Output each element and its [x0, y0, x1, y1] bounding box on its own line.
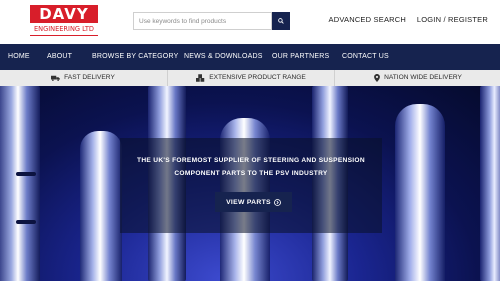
map-pin-icon — [374, 74, 381, 82]
view-parts-label: VIEW PARTS — [226, 198, 271, 206]
steel-rod — [16, 220, 36, 224]
nav-item-our-partners[interactable]: OUR PARTNERS — [272, 44, 329, 70]
nav-item-news-downloads[interactable]: NEWS & DOWNLOADS — [184, 44, 263, 70]
steel-rod — [80, 131, 122, 281]
truck-icon — [51, 75, 61, 81]
nav-item-home[interactable]: HOME — [8, 44, 30, 70]
feature-label: NATION WIDE DELIVERY — [384, 74, 462, 81]
cubes-icon — [196, 74, 205, 82]
main-nav: HOME ABOUT BROWSE BY CATEGORY NEWS & DOW… — [0, 44, 500, 70]
steel-rod — [0, 86, 40, 281]
steel-rod — [395, 104, 445, 281]
feature-label: FAST DELIVERY — [64, 74, 115, 81]
feature-bar: FAST DELIVERY EXTENSIVE PRODUCT RANGE NA… — [0, 70, 500, 87]
login-register-link[interactable]: LOGIN / REGISTER — [417, 15, 488, 24]
arrow-circle-icon — [273, 198, 281, 206]
nav-item-browse-by-category[interactable]: BROWSE BY CATEGORY — [92, 44, 178, 70]
nav-item-about[interactable]: ABOUT — [47, 44, 72, 70]
nav-item-contact-us[interactable]: CONTACT US — [342, 44, 389, 70]
feature-extensive-range: EXTENSIVE PRODUCT RANGE — [167, 70, 334, 86]
feature-label: EXTENSIVE PRODUCT RANGE — [209, 74, 306, 81]
hero-banner: THE UK'S FOREMOST SUPPLIER OF STEERING A… — [0, 86, 500, 281]
feature-fast-delivery: FAST DELIVERY — [0, 70, 166, 86]
search-bar — [133, 12, 290, 30]
steel-rod — [480, 86, 500, 281]
advanced-search-link[interactable]: ADVANCED SEARCH — [329, 15, 406, 24]
view-parts-button[interactable]: VIEW PARTS — [215, 192, 292, 212]
davy-logo[interactable]: DAVY ENGINEERING LTD — [30, 5, 98, 37]
search-input[interactable] — [133, 12, 272, 30]
feature-nationwide-delivery: NATION WIDE DELIVERY — [334, 70, 500, 86]
search-icon — [278, 18, 284, 24]
hero-headline-line2: COMPONENT PARTS TO THE PSV INDUSTRY — [174, 170, 328, 177]
hero-headline-line1: THE UK'S FOREMOST SUPPLIER OF STEERING A… — [137, 157, 365, 164]
steel-rod — [16, 172, 36, 176]
hero-headline: THE UK'S FOREMOST SUPPLIER OF STEERING A… — [125, 154, 377, 180]
search-button[interactable] — [272, 12, 290, 30]
hero-overlay — [120, 138, 382, 233]
site-header: DAVY ENGINEERING LTD ADVANCED SEARCH LOG… — [0, 0, 500, 44]
logo-subtitle: ENGINEERING LTD — [30, 24, 98, 36]
logo-name: DAVY — [30, 5, 98, 23]
